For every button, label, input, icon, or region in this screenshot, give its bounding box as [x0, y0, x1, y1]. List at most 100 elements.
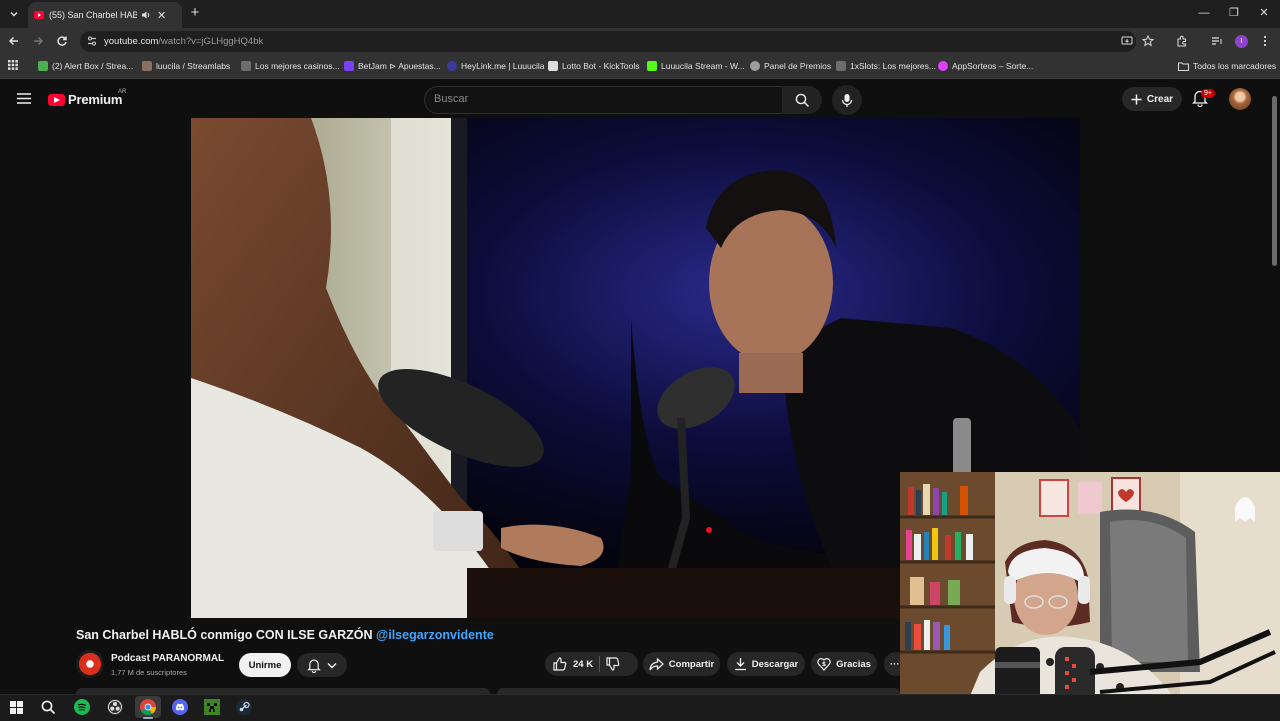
active-app-indicator [143, 717, 153, 719]
forward-button[interactable] [30, 33, 46, 49]
spotify-icon [74, 699, 90, 715]
profile-avatar[interactable]: I [1235, 35, 1248, 48]
chrome-app[interactable] [135, 696, 161, 718]
thanks-label: Gracias [836, 658, 871, 670]
bookmark-item[interactable]: Los mejores casinos... [241, 59, 340, 73]
svg-text:$: $ [822, 661, 826, 668]
page-scrollbar[interactable] [1272, 96, 1277, 266]
video-title-text: San Charbel HABLÓ conmigo CON ILSE GARZÓ… [76, 628, 373, 642]
channel-avatar[interactable] [76, 650, 104, 678]
subscriber-count: 1,77 M de suscriptores [111, 668, 187, 677]
bookmark-item[interactable]: luucila / Streamlabs [142, 59, 230, 73]
subscription-notifications-button[interactable] [297, 653, 347, 677]
voice-search-button[interactable] [832, 85, 862, 115]
join-button[interactable]: Unirme [239, 653, 291, 677]
bookmark-label: HeyLink.me | Luuucila [461, 61, 545, 71]
new-tab-button[interactable]: + [188, 5, 202, 21]
taskbar-search-button[interactable] [39, 698, 57, 716]
notifications-badge: 9+ [1201, 89, 1215, 98]
download-icon [734, 658, 746, 671]
reload-icon [57, 36, 67, 46]
search-input[interactable] [424, 86, 783, 114]
hamburger-menu-icon[interactable] [17, 93, 31, 104]
share-button[interactable]: Compartir [643, 652, 720, 676]
bookmark-item[interactable]: (2) Alert Box / Strea... [38, 59, 133, 73]
channel-name[interactable]: Podcast PARANORMAL [111, 653, 224, 664]
bookmark-item[interactable]: Panel de Premios [750, 59, 831, 73]
close-window-button[interactable]: ✕ [1256, 6, 1272, 20]
share-label: Compartir [668, 658, 715, 670]
all-bookmarks-folder[interactable]: Todos los marcadores [1178, 59, 1276, 73]
bookmark-favicon-icon [938, 61, 948, 71]
bookmark-favicon-icon [447, 61, 457, 71]
bookmark-item[interactable]: 1xSlots: Los mejores... [836, 59, 936, 73]
microphone-icon [841, 93, 853, 107]
discord-app[interactable] [171, 698, 189, 716]
bookmark-item[interactable]: Lotto Bot - KickTools [548, 59, 639, 73]
youtube-favicon-icon [34, 11, 44, 19]
bookmark-favicon-icon [38, 61, 48, 71]
youtube-premium-logo[interactable]: Premium [48, 92, 122, 107]
speaker-icon[interactable] [141, 10, 151, 20]
minimize-window-button[interactable]: — [1196, 6, 1212, 20]
url-host: youtube.com [104, 36, 159, 47]
thanks-heart-icon: $ [817, 658, 831, 671]
bookmark-label: Luuucila Stream - W... [661, 61, 745, 71]
browser-tab-active[interactable]: (55) San Charbel HABLÓ co ✕ [28, 2, 182, 28]
apps-grid-icon[interactable] [8, 60, 18, 70]
search-placeholder: Buscar [434, 93, 469, 105]
restore-window-button[interactable]: ❐ [1226, 6, 1242, 20]
country-code: AR [118, 89, 127, 95]
spotify-app[interactable] [73, 698, 91, 716]
tab-search-button[interactable] [4, 4, 24, 24]
dislike-button[interactable] [606, 657, 620, 671]
bookmark-star-icon[interactable] [1140, 33, 1156, 49]
chevron-down-icon [10, 12, 18, 17]
account-avatar[interactable] [1229, 88, 1251, 110]
thumbs-up-icon [553, 657, 567, 671]
minecraft-app[interactable] [203, 698, 221, 716]
thanks-button[interactable]: $ Gracias [811, 652, 877, 676]
bookmark-item[interactable]: AppSorteos – Sorte... [938, 59, 1033, 73]
browser-menu-icon[interactable] [1257, 33, 1273, 49]
channel-mention-link[interactable]: @ilsegarzonvidente [376, 628, 494, 642]
site-settings-icon[interactable] [86, 35, 98, 47]
arrow-left-icon [9, 37, 18, 45]
windows-taskbar [0, 694, 1280, 721]
tab-title: (55) San Charbel HABLÓ co [49, 10, 137, 20]
create-label: Crear [1146, 93, 1174, 105]
download-button[interactable]: Descargar [727, 652, 805, 676]
search-icon [41, 700, 55, 714]
install-app-icon[interactable] [1119, 33, 1135, 49]
reload-button[interactable] [54, 33, 70, 49]
like-button[interactable]: 24 K [553, 657, 593, 671]
media-controls-icon[interactable] [1209, 33, 1225, 49]
chevron-down-icon [327, 662, 337, 668]
logo-text: Premium [68, 92, 123, 107]
url-text[interactable]: youtube.com/watch?v=jGLHggHQ4bk [104, 36, 263, 47]
share-icon [649, 657, 664, 670]
back-button[interactable] [6, 33, 22, 49]
obs-app[interactable] [106, 698, 124, 716]
folder-icon [1178, 62, 1189, 71]
video-title: San Charbel HABLÓ conmigo CON ILSE GARZÓ… [76, 628, 494, 642]
arrow-right-icon [34, 37, 43, 45]
windows-start-icon [9, 700, 23, 714]
divider [599, 656, 601, 672]
bookmark-label: Los mejores casinos... [255, 61, 340, 71]
bookmark-favicon-icon [241, 61, 251, 71]
obs-icon [107, 699, 123, 715]
start-button[interactable] [7, 698, 25, 716]
bookmark-item[interactable]: HeyLink.me | Luuucila [447, 59, 544, 73]
like-count: 24 K [573, 658, 594, 670]
bookmark-label: Panel de Premios [764, 61, 832, 71]
extensions-icon[interactable] [1174, 33, 1190, 49]
url-path: /watch?v=jGLHggHQ4bk [158, 36, 264, 47]
close-tab-icon[interactable]: ✕ [157, 9, 166, 22]
steam-app[interactable] [235, 698, 253, 716]
create-button[interactable]: Crear [1122, 87, 1182, 111]
youtube-play-icon [48, 93, 65, 106]
bookmark-item[interactable]: Luuucila Stream - W... [647, 59, 745, 73]
bookmark-item[interactable]: BetJam ⊳ Apuestas... [344, 59, 441, 73]
search-button[interactable] [782, 86, 822, 114]
